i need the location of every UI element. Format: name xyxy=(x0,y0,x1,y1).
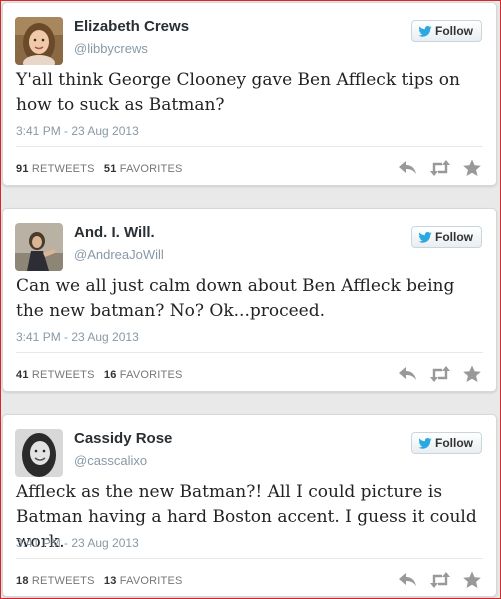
tweet-actions xyxy=(398,365,482,383)
user-handle[interactable]: @AndreaJoWill xyxy=(74,247,164,262)
tweet-stats: 91 RETWEETS 51 FAVORITES xyxy=(16,163,183,175)
favorites-label: FAVORITES xyxy=(119,575,183,587)
avatar[interactable] xyxy=(15,17,63,65)
retweet-icon[interactable] xyxy=(430,365,450,383)
user-handle[interactable]: @casscalixo xyxy=(74,453,147,468)
twitter-bird-icon xyxy=(418,231,432,243)
divider xyxy=(16,146,483,147)
retweets-label: RETWEETS xyxy=(31,163,95,175)
retweet-count[interactable]: 18 xyxy=(16,575,29,587)
divider xyxy=(16,352,483,353)
follow-button[interactable]: Follow xyxy=(411,432,482,454)
reply-icon[interactable] xyxy=(398,365,418,383)
tweet-card: And. I. Will. @AndreaJoWill Follow Can w… xyxy=(2,208,497,392)
user-name[interactable]: And. I. Will. xyxy=(74,224,155,241)
tweet-collection: Elizabeth Crews @libbycrews Follow Y'all… xyxy=(0,0,501,599)
user-handle[interactable]: @libbycrews xyxy=(74,41,148,56)
favorite-count[interactable]: 51 xyxy=(104,163,117,175)
favorites-label: FAVORITES xyxy=(119,163,183,175)
user-name[interactable]: Elizabeth Crews xyxy=(74,18,189,35)
favorite-star-icon[interactable] xyxy=(462,365,482,383)
tweet-timestamp[interactable]: 3:41 PM - 23 Aug 2013 xyxy=(16,536,139,550)
tweet-actions xyxy=(398,159,482,177)
retweets-label: RETWEETS xyxy=(31,369,95,381)
reply-icon[interactable] xyxy=(398,159,418,177)
tweet-stats: 18 RETWEETS 13 FAVORITES xyxy=(16,575,183,587)
retweet-icon[interactable] xyxy=(430,159,450,177)
favorite-count[interactable]: 16 xyxy=(104,369,117,381)
tweet-card: Cassidy Rose @casscalixo Follow Affleck … xyxy=(2,414,497,597)
tweet-text: Can we all just calm down about Ben Affl… xyxy=(16,276,455,321)
follow-label: Follow xyxy=(435,436,473,450)
retweets-label: RETWEETS xyxy=(31,575,95,587)
follow-label: Follow xyxy=(435,230,473,244)
tweet-timestamp[interactable]: 3:41 PM - 23 Aug 2013 xyxy=(16,124,139,138)
favorites-label: FAVORITES xyxy=(119,369,183,381)
follow-button[interactable]: Follow xyxy=(411,226,482,248)
favorite-star-icon[interactable] xyxy=(462,571,482,589)
favorite-star-icon[interactable] xyxy=(462,159,482,177)
tweet-text: Y'all think George Clooney gave Ben Affl… xyxy=(16,70,460,115)
tweet-stats: 41 RETWEETS 16 FAVORITES xyxy=(16,369,183,381)
retweet-icon[interactable] xyxy=(430,571,450,589)
avatar[interactable] xyxy=(15,429,63,477)
tweet-actions xyxy=(398,571,482,589)
follow-button[interactable]: Follow xyxy=(411,20,482,42)
reply-icon[interactable] xyxy=(398,571,418,589)
tweet-timestamp[interactable]: 3:41 PM - 23 Aug 2013 xyxy=(16,330,139,344)
favorite-count[interactable]: 13 xyxy=(104,575,117,587)
twitter-bird-icon xyxy=(418,437,432,449)
divider xyxy=(16,558,483,559)
follow-label: Follow xyxy=(435,24,473,38)
user-name[interactable]: Cassidy Rose xyxy=(74,430,172,447)
twitter-bird-icon xyxy=(418,25,432,37)
retweet-count[interactable]: 91 xyxy=(16,163,29,175)
avatar[interactable] xyxy=(15,223,63,271)
retweet-count[interactable]: 41 xyxy=(16,369,29,381)
tweet-card: Elizabeth Crews @libbycrews Follow Y'all… xyxy=(2,2,497,186)
